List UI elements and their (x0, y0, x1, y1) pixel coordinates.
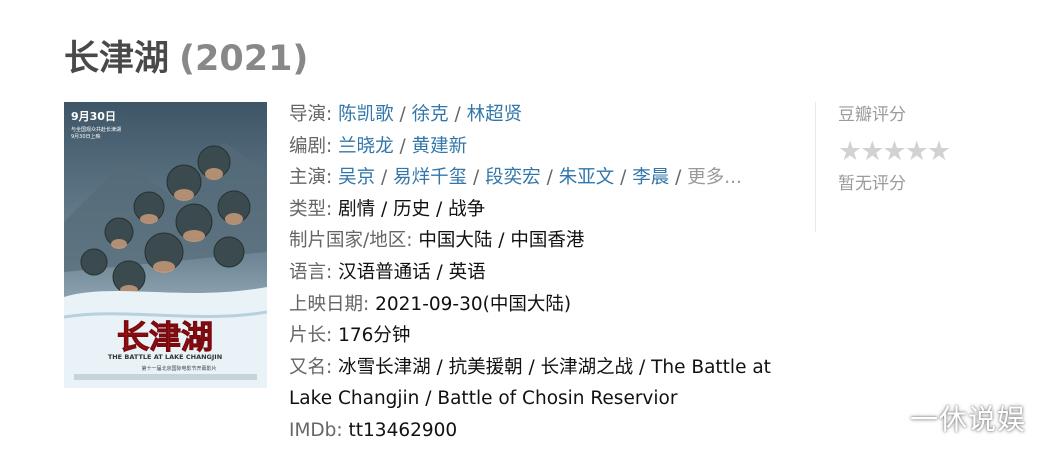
genre-label: 类型: (289, 198, 333, 220)
poster-line2: 9月30日上映 (71, 133, 101, 140)
writer-link[interactable]: 黄建新 (412, 136, 468, 157)
aka-value: 冰雪长津湖 / 抗美援朝 / 长津湖之战 / The Battle at Lak… (289, 356, 771, 410)
movie-info: 导演: 陈凯歌 / 徐克 / 林超贤 编剧: 兰晓龙 / 黄建新 主演: 吴京 … (289, 99, 789, 447)
aka-row: 又名: 冰雪长津湖 / 抗美援朝 / 长津湖之战 / The Battle at… (289, 352, 789, 415)
region-row: 制片国家/地区: 中国大陆 / 中国香港 (289, 225, 789, 257)
imdb-label: IMDb: (289, 419, 343, 441)
poster-date: 9月30日 (71, 110, 116, 123)
star-rating-icon: ★★★★★ (838, 136, 951, 167)
movie-title: 长津湖 (64, 39, 170, 79)
cast-link[interactable]: 吴京 (338, 167, 375, 188)
runtime-row: 片长: 176分钟 (289, 320, 789, 352)
page-title: 长津湖 (2021) (64, 30, 308, 81)
cast-link[interactable]: 李晨 (632, 167, 669, 188)
cast-more-link[interactable]: 更多... (687, 167, 742, 188)
writer-label: 编剧 (289, 135, 327, 157)
cast-link[interactable]: 朱亚文 (559, 167, 615, 188)
divider (815, 102, 816, 232)
writer-row: 编剧: 兰晓龙 / 黄建新 (289, 135, 468, 157)
poster-tagline: 第十一届北京国际电影节开幕影片 (141, 365, 216, 372)
genre-row: 类型: 剧情 / 历史 / 战争 (289, 198, 486, 220)
genre-value: 战争 (448, 198, 486, 220)
director-label: 导演 (289, 104, 327, 125)
genre-value: 历史 (393, 198, 431, 220)
director-link[interactable]: 徐克 (412, 104, 449, 125)
region-label: 制片国家/地区: (289, 230, 413, 252)
watermark: 一休说娱 (909, 403, 1026, 436)
genre-value: 剧情 (338, 198, 376, 220)
runtime-value: 176分钟 (338, 325, 411, 347)
poster-title-cn: 长津湖 (117, 318, 213, 356)
director-link[interactable]: 林超贤 (467, 104, 523, 125)
imdb-value: tt13462900 (348, 419, 458, 441)
cast-label: 主演 (289, 167, 327, 189)
rating-panel: 豆瓣评分 ★★★★★ 暂无评分 (838, 100, 951, 194)
release-label: 上映日期: (289, 293, 370, 315)
cast-link[interactable]: 易烊千玺 (393, 167, 467, 188)
runtime-label: 片长: (289, 325, 333, 347)
language-row: 语言: 汉语普通话 / 英语 (289, 257, 789, 289)
movie-poster[interactable]: 9月30日 与全国观众共赴长津湖 9月30日上映 长津湖 THE BATTLE … (64, 102, 267, 388)
release-value: 2021-09-30(中国大陆) (375, 293, 572, 315)
cast-link[interactable]: 段奕宏 (485, 167, 541, 188)
region-value: 中国大陆 / 中国香港 (418, 230, 585, 252)
poster-image: 9月30日 与全国观众共赴长津湖 9月30日上映 长津湖 THE BATTLE … (64, 102, 267, 388)
language-value: 汉语普通话 / 英语 (338, 261, 486, 283)
director-link[interactable]: 陈凯歌 (338, 104, 394, 125)
writer-link[interactable]: 兰晓龙 (338, 136, 394, 157)
language-label: 语言: (289, 261, 333, 283)
poster-title-en: THE BATTLE AT LAKE CHANGJIN (108, 353, 222, 361)
director-row: 导演: 陈凯歌 / 徐克 / 林超贤 (289, 104, 523, 125)
release-row: 上映日期: 2021-09-30(中国大陆) (289, 289, 789, 321)
rating-label: 豆瓣评分 (838, 105, 906, 125)
cast-row: 主演: 吴京 / 易烊千玺 / 段奕宏 / 朱亚文 / 李晨 / 更多... (289, 167, 742, 189)
poster-line1: 与全国观众共赴长津湖 (71, 126, 121, 133)
aka-label: 又名: (289, 356, 333, 378)
imdb-row: IMDb: tt13462900 (289, 415, 789, 447)
movie-year: (2021) (179, 39, 309, 79)
no-rating-text: 暂无评分 (838, 174, 906, 194)
